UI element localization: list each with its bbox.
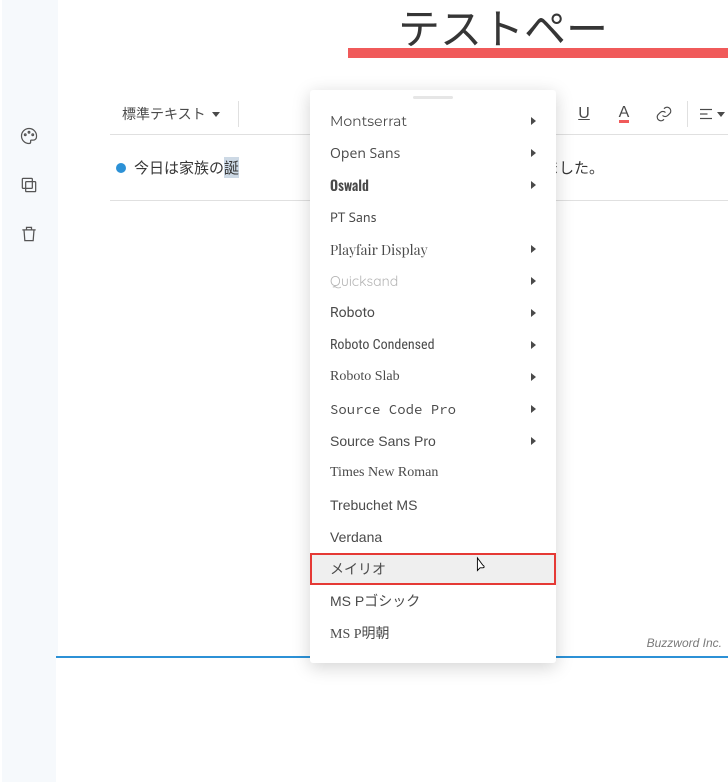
chevron-right-icon bbox=[531, 405, 536, 413]
font-option-label: MS Pゴシック bbox=[330, 591, 420, 611]
font-option-source-sans-pro[interactable]: Source Sans Pro bbox=[310, 425, 556, 457]
font-option-label: MS P明朝 bbox=[330, 623, 390, 643]
font-option-playfair-display[interactable]: Playfair Display bbox=[310, 233, 556, 265]
chevron-down-icon bbox=[717, 112, 725, 117]
trash-icon[interactable] bbox=[19, 224, 39, 249]
app-viewport: テストペー 標準テキスト U A bbox=[2, 0, 728, 658]
align-button[interactable] bbox=[694, 97, 728, 131]
chevron-right-icon bbox=[531, 149, 536, 157]
paragraph-style-label: 標準テキスト bbox=[122, 104, 206, 124]
footer-brand: Buzzword Inc. bbox=[647, 636, 722, 650]
font-family-menu[interactable]: Montserrat Open Sans Oswald PT Sans Playfair… bbox=[310, 90, 556, 663]
font-option-quicksand[interactable]: Quicksand bbox=[310, 265, 556, 297]
side-rail bbox=[2, 0, 56, 782]
font-option-roboto-condensed[interactable]: Roboto Condensed bbox=[310, 329, 556, 361]
title-underline bbox=[348, 48, 728, 58]
font-option-montserrat[interactable]: Montserrat bbox=[310, 105, 556, 137]
font-option-label: メイリオ bbox=[330, 559, 386, 579]
toolbar-divider bbox=[687, 101, 688, 127]
font-option-times-new-roman[interactable]: Times New Roman bbox=[310, 457, 556, 489]
toolbar-divider bbox=[238, 101, 239, 127]
text-before-selection: 今日は家族の bbox=[134, 157, 224, 178]
font-option-label: Trebuchet MS bbox=[330, 497, 417, 513]
font-option-ms-p明朝[interactable]: MS P明朝 bbox=[310, 617, 556, 649]
underline-button[interactable]: U bbox=[567, 97, 601, 131]
font-option-source-code-pro[interactable]: Source Code Pro bbox=[310, 393, 556, 425]
font-option-label: Quicksand bbox=[330, 272, 398, 290]
font-option-label: Verdana bbox=[330, 529, 382, 545]
bullet-icon bbox=[116, 163, 126, 173]
font-option-label: PT Sans bbox=[330, 208, 376, 226]
font-option-oswald[interactable]: Oswald bbox=[310, 169, 556, 201]
font-option-trebuchet-ms[interactable]: Trebuchet MS bbox=[310, 489, 556, 521]
font-option-label: Source Code Pro bbox=[330, 400, 456, 418]
chevron-right-icon bbox=[531, 277, 536, 285]
underline-icon: U bbox=[578, 105, 590, 123]
font-option-label: Roboto Condensed bbox=[330, 337, 435, 353]
font-option-ms-pゴシック[interactable]: MS Pゴシック bbox=[310, 585, 556, 617]
font-option-label: Roboto bbox=[330, 305, 375, 321]
font-option-roboto[interactable]: Roboto bbox=[310, 297, 556, 329]
font-option-open-sans[interactable]: Open Sans bbox=[310, 137, 556, 169]
font-option-メイリオ[interactable]: メイリオ bbox=[310, 553, 556, 585]
paragraph-style-dropdown[interactable]: 標準テキスト bbox=[110, 94, 232, 134]
font-option-roboto-slab[interactable]: Roboto Slab bbox=[310, 361, 556, 393]
menu-scroll-hint bbox=[413, 96, 453, 99]
font-option-label: Open Sans bbox=[330, 144, 400, 163]
chevron-right-icon bbox=[531, 341, 536, 349]
font-option-verdana[interactable]: Verdana bbox=[310, 521, 556, 553]
palette-icon[interactable] bbox=[19, 126, 39, 151]
font-option-label: Montserrat bbox=[330, 112, 407, 130]
text-selection: 誕 bbox=[224, 157, 239, 178]
chevron-down-icon bbox=[212, 112, 220, 117]
font-option-label: Times New Roman bbox=[330, 465, 438, 481]
font-option-label: Oswald bbox=[330, 175, 369, 196]
font-option-pt-sans[interactable]: PT Sans bbox=[310, 201, 556, 233]
font-option-label: Playfair Display bbox=[330, 240, 428, 259]
font-color-icon: A bbox=[619, 106, 630, 123]
chevron-right-icon bbox=[531, 245, 536, 253]
font-option-label: Roboto Slab bbox=[330, 369, 400, 385]
font-option-label: Source Sans Pro bbox=[330, 433, 436, 449]
chevron-right-icon bbox=[531, 117, 536, 125]
chevron-right-icon bbox=[531, 309, 536, 317]
chevron-right-icon bbox=[531, 373, 536, 381]
copy-icon[interactable] bbox=[19, 175, 39, 200]
chevron-right-icon bbox=[531, 181, 536, 189]
font-color-button[interactable]: A bbox=[607, 97, 641, 131]
link-button[interactable] bbox=[647, 97, 681, 131]
chevron-right-icon bbox=[531, 437, 536, 445]
